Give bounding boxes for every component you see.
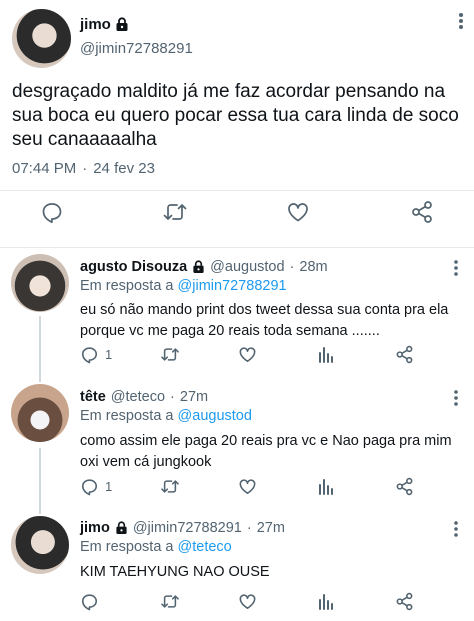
replying-to-link[interactable]: @augustod [178,408,252,424]
reply-header: jimo @jimin72788291 · 27m [80,520,285,536]
reply-text: como assim ele paga 20 reais pra vc e Na… [80,433,452,470]
reply-icon [80,592,99,611]
reply-button[interactable] [80,592,105,611]
lock-icon [192,260,205,274]
tweet-text: desgraçado maldito já me faz acordar pen… [12,81,459,150]
avatar[interactable] [12,9,71,68]
avatar[interactable] [11,516,69,574]
reply-icon [80,477,99,496]
lock-icon [115,521,128,535]
replying-prefix: Em resposta a [80,278,174,294]
reply-time[interactable]: 27m [257,520,285,536]
share-icon [395,477,414,496]
reply-button[interactable]: 1 [80,477,112,496]
author-handle[interactable]: @jimin72788291 [133,520,242,536]
reply-text: eu só não mando print dos tweet dessa su… [80,302,449,339]
reply-header: agusto Disouza @augustod · 28m [80,259,328,275]
tweet-date[interactable]: 24 fev 23 [93,160,155,177]
reply-count: 1 [105,479,113,494]
author-name[interactable]: jimo [80,520,110,536]
like-icon [238,592,257,611]
meta-dot: · [289,259,295,275]
like-button[interactable] [286,200,310,224]
author-name[interactable]: tête [80,389,106,405]
replying-to-line: Em resposta a @jimin72788291 [80,278,287,294]
replying-prefix: Em resposta a [80,408,174,424]
retweet-button[interactable] [160,477,180,496]
retweet-button[interactable] [160,345,180,364]
like-icon [238,477,257,496]
retweet-icon [162,200,188,224]
avatar[interactable] [11,384,69,442]
reply-header: tête @teteco · 27m [80,389,208,405]
more-icon[interactable] [454,260,458,276]
reply-button[interactable] [40,200,64,224]
like-button[interactable] [238,592,257,611]
more-icon[interactable] [454,521,458,537]
replying-to-line: Em resposta a @augustod [80,408,252,424]
share-icon [395,592,414,611]
like-icon [238,345,257,364]
analytics-button[interactable] [318,592,334,610]
share-button[interactable] [395,592,414,611]
replying-to-link[interactable]: @teteco [178,539,232,555]
divider [0,190,474,191]
tweet-time[interactable]: 07:44 PM [12,160,76,177]
replying-prefix: Em resposta a [80,539,174,555]
author-name-row: jimo [80,16,129,33]
reply-tweet: tête @teteco · 27m Em resposta a @august… [0,380,474,512]
meta-dot: · [246,520,252,536]
retweet-icon [160,345,180,364]
share-button[interactable] [395,477,414,496]
author-handle[interactable]: @teteco [111,389,165,405]
share-button[interactable] [395,345,414,364]
analytics-icon [318,592,334,610]
reply-text: KIM TAEHYUNG NAO OUSE [80,564,270,580]
reply-time[interactable]: 28m [299,259,327,275]
avatar[interactable] [11,254,69,312]
main-tweet: jimo @jimin72788291 desgraçado maldito j… [0,0,474,248]
reply-tweet: jimo @jimin72788291 · 27m Em resposta a … [0,512,474,621]
author-handle[interactable]: @augustod [210,259,284,275]
retweet-button[interactable] [160,592,180,611]
more-icon[interactable] [454,390,458,406]
tweet-meta: 07:44 PM · 24 fev 23 [12,160,155,177]
meta-dot: · [82,160,88,177]
reply-tweet: agusto Disouza @augustod · 28m Em respos… [0,248,474,380]
share-button[interactable] [410,200,434,224]
analytics-button[interactable] [318,477,334,495]
replying-to-link[interactable]: @jimin72788291 [178,278,287,294]
tweet-actions [0,200,474,238]
retweet-icon [160,477,180,496]
retweet-icon [160,592,180,611]
meta-dot: · [170,389,175,405]
retweet-button[interactable] [162,200,188,224]
analytics-button[interactable] [318,345,334,363]
reply-icon [80,345,99,364]
like-button[interactable] [238,477,257,496]
author-name[interactable]: jimo [80,16,111,33]
lock-icon [115,17,129,32]
author-handle[interactable]: @jimin72788291 [80,40,193,57]
reply-actions: 1 [80,345,430,369]
more-icon[interactable] [458,12,464,30]
reply-button[interactable]: 1 [80,345,112,364]
analytics-icon [318,345,334,363]
reply-time[interactable]: 27m [180,389,208,405]
author-name[interactable]: agusto Disouza [80,259,187,275]
like-icon [286,200,310,224]
share-icon [410,200,434,224]
reply-icon [40,200,64,224]
reply-actions: 1 [80,477,430,501]
like-button[interactable] [238,345,257,364]
replying-to-line: Em resposta a @teteco [80,539,232,555]
reply-actions [80,592,430,616]
analytics-icon [318,477,334,495]
reply-count: 1 [105,347,113,362]
share-icon [395,345,414,364]
